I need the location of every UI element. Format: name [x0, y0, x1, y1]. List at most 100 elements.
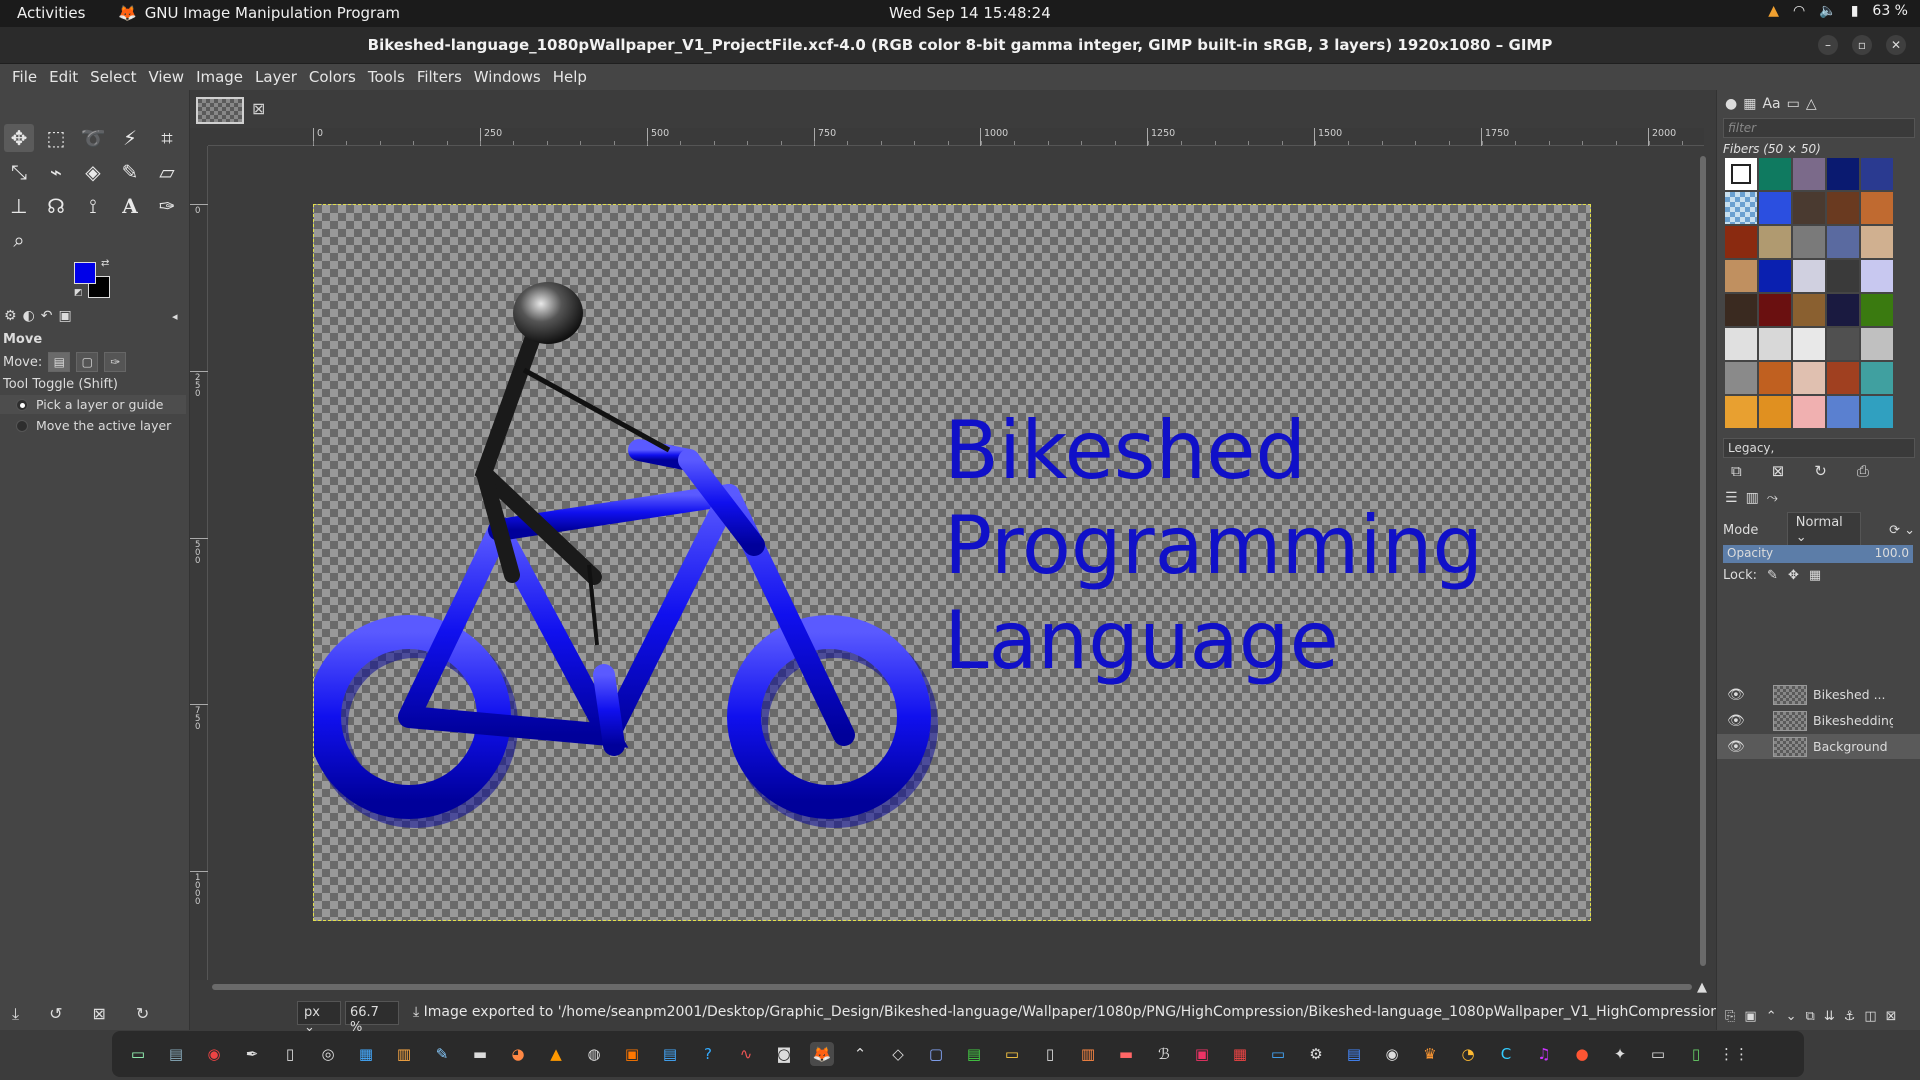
- fuzzy-select-tool-icon[interactable]: ⚡: [115, 124, 145, 152]
- fonts-tab-icon[interactable]: Aa: [1762, 96, 1780, 112]
- docs-icon[interactable]: ▤: [658, 1042, 682, 1066]
- calc-icon[interactable]: ▥: [392, 1042, 416, 1066]
- text-editor-icon[interactable]: ▯: [278, 1042, 302, 1066]
- app-menu[interactable]: 🦊 GNU Image Manipulation Program: [118, 4, 400, 22]
- brushes-tab-icon[interactable]: ●: [1725, 96, 1737, 112]
- pattern-swatch[interactable]: [1793, 192, 1825, 224]
- close-button[interactable]: ✕: [1886, 35, 1906, 55]
- software-icon[interactable]: ▣: [620, 1042, 644, 1066]
- pattern-swatch[interactable]: [1759, 396, 1791, 428]
- pattern-swatch[interactable]: [1861, 362, 1893, 394]
- pattern-swatch[interactable]: [1861, 192, 1893, 224]
- refresh-patterns-icon[interactable]: ↻: [1814, 462, 1827, 480]
- pattern-swatch[interactable]: [1793, 226, 1825, 258]
- menu-windows[interactable]: Windows: [468, 64, 547, 90]
- calendar-icon[interactable]: ▦: [1228, 1042, 1252, 1066]
- folder-icon[interactable]: ▭: [1000, 1042, 1024, 1066]
- document-icon[interactable]: ▯: [1038, 1042, 1062, 1066]
- pattern-swatch[interactable]: [1759, 362, 1791, 394]
- device-status-tab-icon[interactable]: ◐: [23, 308, 35, 324]
- presentation-icon[interactable]: ▬: [1114, 1042, 1138, 1066]
- mask-layer-icon[interactable]: ◫: [1864, 1009, 1876, 1024]
- display-icon[interactable]: ▭: [1266, 1042, 1290, 1066]
- archive-icon[interactable]: ▭: [1646, 1042, 1670, 1066]
- zoom-tool-icon[interactable]: ⌕: [4, 226, 34, 254]
- menu-view[interactable]: View: [142, 64, 190, 90]
- lower-layer-icon[interactable]: ⌄: [1786, 1009, 1797, 1024]
- pattern-swatch[interactable]: [1725, 328, 1757, 360]
- obs-icon[interactable]: ◍: [582, 1042, 606, 1066]
- pattern-swatch[interactable]: [1861, 396, 1893, 428]
- clock[interactable]: Wed Sep 14 15:48:24: [889, 4, 1051, 22]
- menu-help[interactable]: Help: [547, 64, 593, 90]
- pattern-filter-input[interactable]: filter: [1723, 118, 1915, 138]
- menu-layer[interactable]: Layer: [249, 64, 303, 90]
- music-icon[interactable]: ♫: [1532, 1042, 1556, 1066]
- move-active-layer-radio[interactable]: Move the active layer: [0, 416, 186, 435]
- save-options-icon[interactable]: ⤓: [12, 1004, 19, 1024]
- opacity-slider[interactable]: Opacity 100.0: [1723, 545, 1913, 563]
- smudge-tool-icon[interactable]: ☊: [41, 192, 71, 220]
- mode-switch-icon[interactable]: ⟳ ⌄: [1889, 523, 1915, 538]
- image-canvas[interactable]: Bikeshed Programming Language: [313, 204, 1591, 921]
- new-layer-group-icon[interactable]: ▣: [1744, 1009, 1756, 1024]
- files-icon[interactable]: ▤: [164, 1042, 188, 1066]
- paintbrush-tool-icon[interactable]: ✎: [115, 158, 145, 186]
- gimp-taskbar-icon[interactable]: 🦊: [810, 1042, 834, 1066]
- duplicate-layer-icon[interactable]: ⧉: [1806, 1009, 1815, 1024]
- raise-layer-icon[interactable]: ⌃: [1766, 1009, 1777, 1024]
- pattern-swatch[interactable]: [1827, 226, 1859, 258]
- foreground-color-swatch[interactable]: [74, 262, 96, 284]
- app-grid-icon[interactable]: ⋮⋮: [1719, 1042, 1749, 1066]
- color-selector[interactable]: ⇄ ◩: [74, 258, 120, 302]
- pattern-tag-filter[interactable]: Legacy,: [1723, 438, 1915, 458]
- media-icon[interactable]: ▣: [1190, 1042, 1214, 1066]
- menu-file[interactable]: File: [6, 64, 43, 90]
- pattern-swatch[interactable]: [1793, 328, 1825, 360]
- move-tool-icon[interactable]: ✥: [4, 124, 34, 152]
- sheets-icon[interactable]: ▤: [962, 1042, 986, 1066]
- delete-options-icon[interactable]: ⊠: [92, 1004, 105, 1024]
- visibility-eye-icon[interactable]: 👁: [1727, 713, 1749, 729]
- unit-select[interactable]: px ⌄: [297, 1001, 341, 1035]
- configure-tab-icon[interactable]: ◂: [172, 310, 178, 323]
- chat-icon[interactable]: ◔: [1456, 1042, 1480, 1066]
- pattern-swatch[interactable]: [1861, 260, 1893, 292]
- navigate-icon[interactable]: ▲: [1697, 980, 1707, 995]
- pattern-swatch[interactable]: [1759, 158, 1791, 190]
- rect-select-tool-icon[interactable]: ⬚: [41, 124, 71, 152]
- pattern-swatch[interactable]: [1725, 192, 1757, 224]
- clone-tool-icon[interactable]: ⊥: [4, 192, 34, 220]
- paint-icon[interactable]: ♛: [1418, 1042, 1442, 1066]
- crop-tool-icon[interactable]: ⌗: [152, 124, 182, 152]
- menu-select[interactable]: Select: [84, 64, 142, 90]
- pattern-swatch[interactable]: [1725, 294, 1757, 326]
- pattern-swatch[interactable]: [1861, 294, 1893, 326]
- menu-filters[interactable]: Filters: [411, 64, 468, 90]
- arrow-app-icon[interactable]: ⌃: [848, 1042, 872, 1066]
- layer-row[interactable]: 👁 Bikeshed ...: [1717, 682, 1920, 707]
- ruler-corner[interactable]: [190, 128, 208, 146]
- pattern-swatch[interactable]: [1793, 260, 1825, 292]
- lock-alpha-icon[interactable]: ▦: [1809, 568, 1821, 583]
- disk-icon[interactable]: ◉: [1380, 1042, 1404, 1066]
- horizontal-ruler[interactable]: 0 250 500 750 1000 1250 1500 1750 2000: [208, 128, 1704, 146]
- merge-layer-icon[interactable]: ⇊: [1824, 1009, 1835, 1024]
- dynamics-tab-icon[interactable]: △: [1806, 96, 1817, 112]
- default-colors-icon[interactable]: ◩: [74, 288, 83, 298]
- close-image-tab-icon[interactable]: ⊠: [252, 99, 265, 118]
- update-icon[interactable]: ▲: [1768, 3, 1779, 19]
- monitor-icon[interactable]: ∿: [734, 1042, 758, 1066]
- reset-options-icon[interactable]: ↻: [136, 1004, 149, 1024]
- pattern-swatch[interactable]: [1827, 362, 1859, 394]
- paths-tool-icon[interactable]: ⟟: [78, 192, 108, 220]
- anchor-layer-icon[interactable]: ⚓: [1844, 1009, 1856, 1024]
- tools-icon[interactable]: ✦: [1608, 1042, 1632, 1066]
- pattern-swatch[interactable]: [1827, 158, 1859, 190]
- pattern-swatch[interactable]: [1827, 294, 1859, 326]
- window-title-bar[interactable]: Bikeshed-language_1080pWallpaper_V1_Proj…: [0, 27, 1920, 64]
- activities-button[interactable]: Activities: [17, 4, 85, 22]
- pattern-swatch[interactable]: [1861, 158, 1893, 190]
- pattern-swatch[interactable]: [1725, 226, 1757, 258]
- paths-tab-icon[interactable]: ⤳: [1767, 490, 1778, 506]
